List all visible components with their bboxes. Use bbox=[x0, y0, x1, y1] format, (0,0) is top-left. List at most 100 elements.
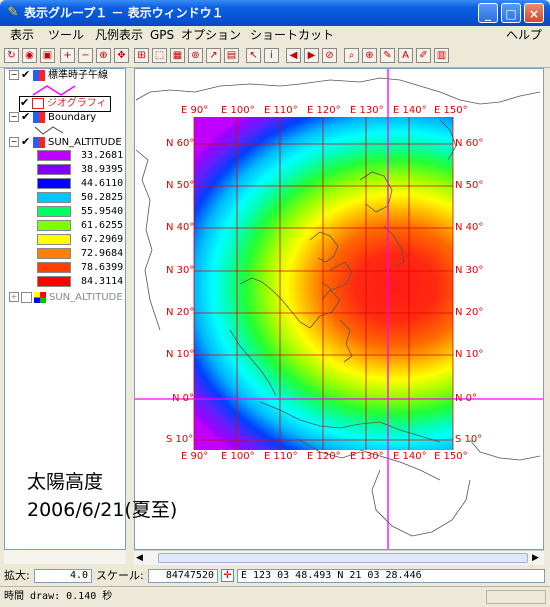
minimize-button[interactable]: _ bbox=[478, 3, 498, 23]
window-title: 表示グループ１ － 表示ウィンドウ１ bbox=[24, 6, 224, 20]
edit-icon[interactable]: ✐ bbox=[416, 48, 431, 63]
layer-row-geography[interactable]: ✔ ジオグラフィ bbox=[19, 96, 111, 112]
cancel-icon[interactable]: ⊘ bbox=[322, 48, 337, 63]
graticule-icon bbox=[32, 97, 44, 109]
legend-swatch bbox=[37, 192, 71, 203]
collapse-icon[interactable]: − bbox=[9, 137, 19, 147]
table-icon[interactable]: ▥ bbox=[434, 48, 449, 63]
layer-icon bbox=[33, 111, 45, 123]
lon-label: E 130° bbox=[350, 451, 384, 462]
image-icon[interactable]: ▤ bbox=[224, 48, 239, 63]
draw-icon[interactable]: ✎ bbox=[380, 48, 395, 63]
legend-swatch bbox=[37, 276, 71, 287]
legend-value: 67.2969 bbox=[81, 234, 124, 245]
select-icon[interactable]: ⬚ bbox=[152, 48, 167, 63]
collapse-icon[interactable]: − bbox=[9, 112, 19, 122]
map-hscrollbar[interactable]: ◀ ▶ bbox=[134, 550, 544, 565]
menu-help[interactable]: ヘルプ bbox=[506, 28, 542, 43]
layer-row-sun-altitude[interactable]: − ✔ SUN_ALTITUDE bbox=[9, 136, 122, 150]
lon-label: E 100° bbox=[221, 451, 255, 462]
info-icon[interactable]: i bbox=[264, 48, 279, 63]
measure-icon[interactable]: ↗ bbox=[206, 48, 221, 63]
collapse-icon[interactable]: − bbox=[9, 70, 19, 80]
status-bar: 拡大: 4.0 スケール: 84747520 ✛ E 123 03 48.493… bbox=[0, 566, 550, 586]
zoom-field[interactable]: 4.0 bbox=[34, 569, 92, 583]
close-button[interactable]: × bbox=[524, 3, 544, 23]
lat-label: N 30° bbox=[166, 265, 195, 276]
lon-label: E 110° bbox=[264, 105, 298, 116]
panel-hscrollbar[interactable] bbox=[4, 550, 126, 564]
pan-icon[interactable]: ✥ bbox=[114, 48, 129, 63]
lon-label: E 150° bbox=[434, 451, 468, 462]
scale-label: スケール: bbox=[96, 569, 144, 582]
menu-gps[interactable]: GPS bbox=[150, 28, 174, 43]
menu-shortcut[interactable]: ショートカット bbox=[250, 28, 334, 43]
lon-label: E 100° bbox=[221, 105, 255, 116]
layer-row-meridian[interactable]: − ✔ 標準時子午線 bbox=[9, 69, 108, 83]
layer-row-boundary[interactable]: − ✔ Boundary bbox=[9, 111, 96, 125]
zoom-box-icon[interactable]: ⊕ bbox=[96, 48, 111, 63]
legend-value: 38.9395 bbox=[81, 164, 124, 175]
menu-options[interactable]: オプション bbox=[181, 28, 241, 43]
checkbox-icon[interactable]: ✔ bbox=[21, 111, 31, 122]
scale-field[interactable]: 84747520 bbox=[148, 569, 218, 583]
boundary-symbol-icon bbox=[34, 126, 64, 135]
layer-label: SUN_ALTITUDE bbox=[49, 292, 123, 303]
lat-label: N 30° bbox=[455, 265, 484, 276]
menu-tools[interactable]: ツール bbox=[48, 28, 84, 43]
legend-swatch bbox=[37, 164, 71, 175]
legend-value: 61.6255 bbox=[81, 220, 124, 231]
zoom-in-icon[interactable]: + bbox=[60, 48, 75, 63]
full-extent-icon[interactable]: ⊞ bbox=[134, 48, 149, 63]
crosshair-icon[interactable]: ⊕ bbox=[362, 48, 377, 63]
maximize-button[interactable]: □ bbox=[501, 3, 521, 23]
legend-swatch bbox=[37, 150, 71, 161]
lon-label: E 120° bbox=[307, 105, 341, 116]
lat-label: N 10° bbox=[455, 349, 484, 360]
pointer-icon[interactable]: ↖ bbox=[246, 48, 261, 63]
lat-label: S 10° bbox=[455, 434, 483, 445]
panel-splitter[interactable] bbox=[126, 68, 134, 550]
checkbox-icon[interactable]: ✔ bbox=[21, 69, 31, 80]
lat-label: N 50° bbox=[166, 180, 195, 191]
checkbox-icon[interactable] bbox=[21, 291, 32, 303]
refresh-icon[interactable]: ↻ bbox=[4, 48, 19, 63]
expand-icon[interactable]: + bbox=[9, 292, 19, 302]
zoom-out-icon[interactable]: − bbox=[78, 48, 93, 63]
legend-swatch bbox=[37, 220, 71, 231]
back-icon[interactable]: ◀ bbox=[286, 48, 301, 63]
legend-value: 72.9684 bbox=[81, 248, 124, 259]
target-icon[interactable]: ⊚ bbox=[188, 48, 203, 63]
lon-label: E 150° bbox=[434, 105, 468, 116]
layer-label: 標準時子午線 bbox=[48, 70, 108, 81]
layer-row-sun-altitude-2[interactable]: + SUN_ALTITUDE bbox=[9, 291, 123, 305]
menu-legend[interactable]: 凡例表示 bbox=[95, 28, 143, 43]
legend-swatch bbox=[37, 178, 71, 189]
legend-value: 55.9540 bbox=[81, 206, 124, 217]
lat-label: N 40° bbox=[166, 222, 195, 233]
label-icon[interactable]: A bbox=[398, 48, 413, 63]
legend-value: 84.3114 bbox=[81, 276, 124, 287]
crosshair-icon[interactable]: ✛ bbox=[221, 569, 234, 582]
checkbox-icon[interactable]: ✔ bbox=[20, 97, 30, 108]
legend-value: 78.6399 bbox=[81, 262, 124, 273]
lat-label: S 10° bbox=[166, 434, 194, 445]
legend-value: 44.6110 bbox=[81, 178, 124, 189]
legend-value: 50.2825 bbox=[81, 192, 124, 203]
lon-label: E 90° bbox=[181, 451, 209, 462]
forward-icon[interactable]: ▶ bbox=[304, 48, 319, 63]
lon-label: E 140° bbox=[393, 451, 427, 462]
menu-view[interactable]: 表示 bbox=[10, 28, 34, 43]
lat-label: N 10° bbox=[166, 349, 195, 360]
checkbox-icon[interactable]: ✔ bbox=[21, 136, 31, 147]
scroll-left-icon[interactable]: ◀ bbox=[136, 553, 143, 563]
map-overlay-date: 2006/6/21(夏至) bbox=[27, 499, 178, 521]
scroll-right-icon[interactable]: ▶ bbox=[532, 553, 539, 563]
lat-label: N 0° bbox=[172, 393, 195, 404]
search-icon[interactable]: ⌕ bbox=[344, 48, 359, 63]
scroll-thumb[interactable] bbox=[158, 553, 528, 563]
grid-icon[interactable]: ▦ bbox=[170, 48, 185, 63]
globe-icon[interactable]: ◉ bbox=[22, 48, 37, 63]
frame-icon[interactable]: ▣ bbox=[40, 48, 55, 63]
legend-swatch bbox=[37, 262, 71, 273]
